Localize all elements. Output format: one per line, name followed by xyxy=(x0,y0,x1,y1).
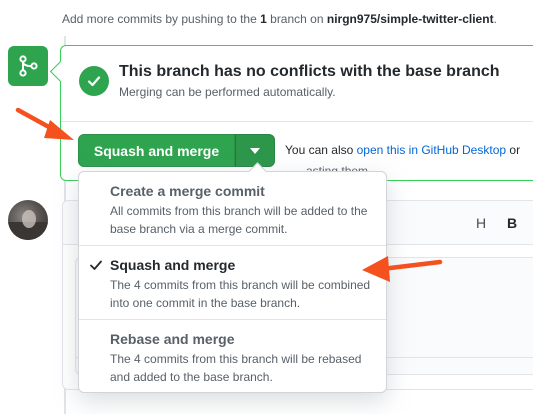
hint-prefix: Add more commits by pushing to the xyxy=(62,12,257,26)
annotation-arrow-icon xyxy=(15,107,74,140)
git-merge-icon xyxy=(8,46,48,86)
alternative-suffix: or xyxy=(509,143,521,157)
divider xyxy=(79,319,386,320)
check-circle-icon xyxy=(79,65,109,96)
menu-item-rebase-and-merge[interactable]: Rebase and merge The 4 commits from this… xyxy=(79,330,386,386)
check-icon xyxy=(89,258,103,277)
divider xyxy=(61,121,533,122)
menu-item-title: Rebase and merge xyxy=(110,331,235,347)
merge-status-title: This branch has no conflicts with the ba… xyxy=(119,63,500,80)
avatar[interactable] xyxy=(8,200,48,240)
heading-tool-button[interactable]: H xyxy=(476,215,486,231)
pull-request-merge-section: Add more commits by pushing to the 1 bra… xyxy=(0,0,533,414)
hint-suffix: . xyxy=(493,12,497,26)
push-more-commits-hint: Add more commits by pushing to the 1 bra… xyxy=(62,12,497,26)
annotation-arrow-icon xyxy=(362,256,443,282)
menu-item-create-merge-commit[interactable]: Create a merge commit All commits from t… xyxy=(79,182,386,238)
menu-item-squash-and-merge[interactable]: Squash and merge The 4 commits from this… xyxy=(79,256,386,312)
merge-status-text: This branch has no conflicts with the ba… xyxy=(119,62,500,99)
alternative-merge-hint: You can also open this in GitHub Desktop… xyxy=(285,143,520,157)
repo-branch-name: nirgn975/simple-twitter-client xyxy=(326,12,494,26)
bold-tool-button[interactable]: B xyxy=(507,215,517,231)
triangle-down-icon xyxy=(250,147,260,154)
menu-item-description: The 4 commits from this branch will be c… xyxy=(110,278,371,310)
menu-item-title: Squash and merge xyxy=(110,257,236,273)
divider xyxy=(79,245,386,246)
merge-method-menu: Create a merge commit All commits from t… xyxy=(78,171,387,393)
squash-and-merge-button[interactable]: Squash and merge xyxy=(78,134,235,167)
merge-button-group: Squash and merge xyxy=(78,134,275,167)
menu-item-description: All commits from this branch will be add… xyxy=(110,204,368,236)
branch-count: 1 xyxy=(260,12,267,26)
alternative-prefix: You can also xyxy=(285,143,354,157)
menu-item-title: Create a merge commit xyxy=(110,183,265,199)
hint-mid: branch on xyxy=(270,12,324,26)
open-github-desktop-link[interactable]: open this in GitHub Desktop xyxy=(357,143,506,157)
merge-status-row: This branch has no conflicts with the ba… xyxy=(79,62,500,99)
merge-method-dropdown-button[interactable] xyxy=(235,134,275,167)
menu-item-description: The 4 commits from this branch will be r… xyxy=(110,352,362,384)
merge-status-subtitle: Merging can be performed automatically. xyxy=(119,85,336,99)
